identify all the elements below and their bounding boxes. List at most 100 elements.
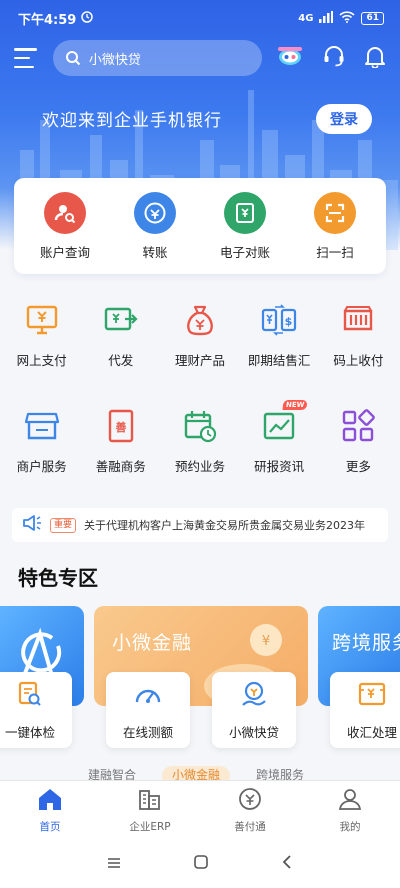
section-title: 特色专区 xyxy=(18,566,98,590)
svg-text:$: $ xyxy=(285,315,293,328)
status-time: 下午4:59 xyxy=(18,12,77,28)
profile-icon xyxy=(337,787,363,815)
alarm-icon xyxy=(80,9,94,27)
notice-tag: 重要 xyxy=(50,517,77,533)
grid-label: 商户服务 xyxy=(16,459,67,474)
nav-shanfutong[interactable]: 善付通 xyxy=(210,787,290,834)
grid-shanrong[interactable]: 善 善融商务 xyxy=(83,408,159,475)
home-icon xyxy=(37,787,63,815)
quick-actions-card: 账户查询 转账 电子对账 扫一扫 xyxy=(14,178,386,274)
grid-fx-settlement[interactable]: $ 即期结售汇 xyxy=(241,302,317,369)
grid-label: 代发 xyxy=(108,353,134,368)
recent-apps-icon[interactable] xyxy=(106,855,122,874)
transfer-icon xyxy=(134,191,176,234)
quick-label: 账户查询 xyxy=(39,244,90,260)
top-bar: 小微快贷 xyxy=(0,38,400,78)
grid-label: 即期结售汇 xyxy=(247,353,311,368)
grid-qr-collect[interactable]: 码上收付 xyxy=(320,302,396,369)
nav-erp[interactable]: 企业ERP xyxy=(110,787,190,834)
wealth-product-icon xyxy=(182,302,218,338)
notice-bar[interactable]: 重要 关于代理机构客户上海黄金交易所贵金属交易业务2023年 xyxy=(12,508,388,542)
robot-assistant-icon[interactable] xyxy=(276,44,304,72)
service-label: 小微快贷 xyxy=(228,724,279,740)
grid-merchant-service[interactable]: 商户服务 xyxy=(4,408,80,475)
merchant-service-icon xyxy=(24,408,60,444)
nav-label: 企业ERP xyxy=(129,821,171,833)
grid-label: 善融商务 xyxy=(95,459,146,474)
service-label: 收汇处理 xyxy=(346,724,397,740)
back-icon[interactable] xyxy=(280,854,294,874)
quick-loan-icon xyxy=(239,680,269,712)
quick-label: 扫一扫 xyxy=(316,244,354,260)
appointment-icon xyxy=(182,408,218,444)
nav-home[interactable]: 首页 xyxy=(10,787,90,834)
more-grid-icon xyxy=(340,408,376,444)
notice-text: 关于代理机构客户上海黄金交易所贵金属交易业务2023年 xyxy=(84,519,366,532)
network-label: 4G xyxy=(298,12,314,24)
signal-icon xyxy=(319,10,334,26)
shanrong-icon: 善 xyxy=(103,408,139,444)
shanfutong-icon xyxy=(237,787,263,815)
search-input[interactable]: 小微快贷 xyxy=(52,40,262,76)
grid-more[interactable]: 更多 xyxy=(320,408,396,475)
status-bar: 下午4:59 4G 61 xyxy=(0,0,400,36)
nav-label: 善付通 xyxy=(234,821,266,833)
service-label: 在线测额 xyxy=(122,724,173,740)
nav-label: 首页 xyxy=(39,821,61,833)
quick-account-query[interactable]: 账户查询 xyxy=(22,191,108,261)
grid-research-report[interactable]: NEW 研报资讯 xyxy=(241,400,317,475)
account-search-icon xyxy=(44,191,86,234)
function-grid-row-1: 网上支付 代发 理财产品 $ 即期结售汇 码上收付 xyxy=(0,302,400,369)
quick-label: 电子对账 xyxy=(219,244,270,260)
nav-profile[interactable]: 我的 xyxy=(310,787,390,834)
new-badge: NEW xyxy=(282,400,308,410)
health-check-icon xyxy=(16,680,44,712)
grid-label: 更多 xyxy=(345,459,371,474)
megaphone-icon xyxy=(22,514,42,536)
grid-label: 理财产品 xyxy=(174,353,225,368)
grid-label: 码上收付 xyxy=(333,353,384,368)
grid-payroll[interactable]: 代发 xyxy=(83,302,159,369)
service-quick-loan[interactable]: 小微快贷 xyxy=(212,672,296,748)
grid-label: 预约业务 xyxy=(174,459,225,474)
login-button[interactable]: 登录 xyxy=(316,104,372,134)
online-pay-icon xyxy=(24,302,60,338)
research-report-icon: NEW xyxy=(261,400,308,444)
fx-receipt-icon xyxy=(357,680,387,712)
service-fx-receipt[interactable]: 收汇处理 xyxy=(330,672,400,748)
service-health-check[interactable]: 一键体检 xyxy=(0,672,72,748)
wifi-icon xyxy=(339,10,356,26)
e-reconcile-icon xyxy=(224,191,266,234)
quick-label: 转账 xyxy=(142,244,168,260)
system-nav-bar xyxy=(0,840,400,888)
service-credit-estimate[interactable]: 在线测额 xyxy=(106,672,190,748)
grid-online-pay[interactable]: 网上支付 xyxy=(4,302,80,369)
fx-settlement-icon: $ xyxy=(261,302,297,338)
qr-collect-icon xyxy=(340,302,376,338)
grid-label: 研报资讯 xyxy=(254,459,305,474)
feature-title: 跨境服务 xyxy=(332,632,400,654)
search-icon xyxy=(65,51,81,66)
notification-bell-icon[interactable] xyxy=(364,44,386,72)
menu-icon[interactable] xyxy=(14,48,37,68)
quick-transfer[interactable]: 转账 xyxy=(112,191,198,261)
scan-icon xyxy=(314,191,356,234)
quick-e-reconcile[interactable]: 电子对账 xyxy=(202,191,288,261)
erp-icon xyxy=(137,787,163,815)
grid-wealth-product[interactable]: 理财产品 xyxy=(162,302,238,369)
quick-scan[interactable]: 扫一扫 xyxy=(292,191,378,261)
customer-service-icon[interactable] xyxy=(322,44,346,72)
search-placeholder: 小微快贷 xyxy=(88,52,141,68)
grid-appointment[interactable]: 预约业务 xyxy=(162,408,238,475)
svg-text:善: 善 xyxy=(115,420,126,434)
grid-label: 网上支付 xyxy=(16,353,67,368)
function-grid-row-2: 商户服务 善 善融商务 预约业务 NEW 研报资讯 更多 xyxy=(0,400,400,475)
battery-indicator: 61 xyxy=(361,11,384,25)
credit-gauge-icon xyxy=(133,680,163,712)
bottom-nav: 首页 企业ERP 善付通 我的 xyxy=(0,780,400,840)
payroll-icon xyxy=(103,302,139,338)
svg-text:¥: ¥ xyxy=(262,634,270,649)
home-button-icon[interactable] xyxy=(193,854,209,874)
welcome-text: 欢迎来到企业手机银行 xyxy=(42,111,222,131)
nav-label: 我的 xyxy=(339,821,361,833)
